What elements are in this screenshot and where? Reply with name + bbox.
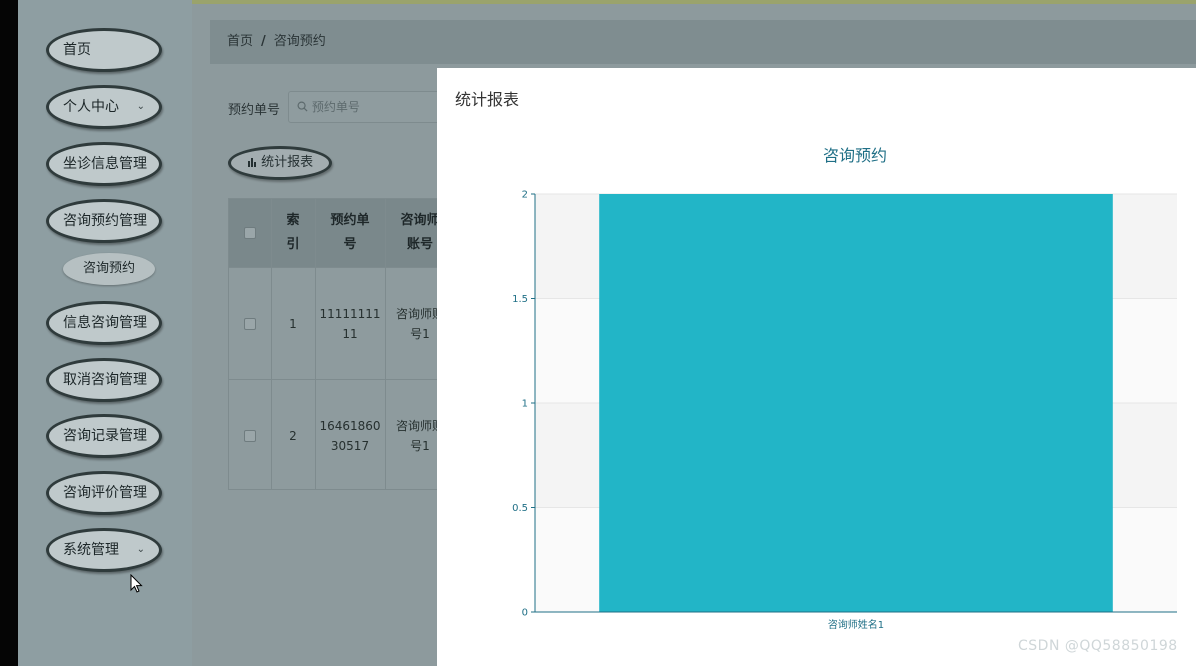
select-all-cell	[229, 199, 271, 267]
watermark: CSDN @QQ58850198	[1018, 638, 1178, 654]
column-divider	[385, 199, 386, 489]
search-icon	[297, 101, 308, 112]
sidebar-item-consult-schedule[interactable]: 坐诊信息管理	[46, 142, 162, 186]
row-checkbox-cell	[229, 268, 271, 380]
appointment-table: 索引 预约单号 咨询师账号 1 11111111 11 咨询师账 号1 2 16…	[228, 198, 444, 492]
breadcrumb-separator: /	[261, 34, 266, 49]
window-left-edge	[0, 0, 18, 666]
sidebar-item-cancel-consult[interactable]: 取消咨询管理	[46, 358, 162, 402]
search-input[interactable]: 预约单号	[288, 91, 448, 123]
sidebar-item-info-consult[interactable]: 信息咨询管理	[46, 301, 162, 345]
y-tick-label: 0.5	[512, 503, 528, 514]
select-all-checkbox[interactable]	[244, 227, 256, 239]
search-placeholder: 预约单号	[311, 100, 360, 114]
chevron-down-icon: ⌄	[136, 544, 145, 555]
bar	[599, 194, 1113, 612]
bar-chart: 咨询师姓名1 0 0.5 1 1.5 2	[512, 190, 1177, 631]
top-edge	[192, 0, 1196, 4]
breadcrumb-current: 咨询预约	[273, 34, 326, 49]
statistics-report-dialog: 统计报表 咨询预约 咨询师姓名1 0 0.5 1 1.5 2	[437, 68, 1196, 666]
cell-index: 2	[289, 429, 297, 443]
y-tick-label: 1	[522, 399, 528, 410]
sidebar-item-home[interactable]: 首页	[46, 28, 162, 72]
cell-order-number: 16461860 30517	[319, 419, 381, 453]
sidebar-item-personal-center[interactable]: 个人中心 ⌄	[46, 85, 162, 129]
breadcrumb-home[interactable]: 首页	[227, 34, 253, 49]
sidebar-item-system[interactable]: 系统管理 ⌄	[46, 528, 162, 572]
table-row[interactable]: 2 16461860 30517 咨询师账 号1	[229, 379, 444, 492]
y-tick-label: 1.5	[512, 294, 528, 305]
search-label: 预约单号	[228, 103, 281, 118]
cell-index: 1	[289, 317, 297, 331]
row-checkbox[interactable]	[244, 318, 256, 330]
y-tick-label: 2	[522, 190, 528, 201]
x-tick-label: 咨询师姓名1	[828, 618, 884, 631]
bar-chart-icon	[247, 158, 256, 167]
column-divider	[315, 199, 316, 489]
breadcrumb: 首页 / 咨询预约	[210, 20, 1196, 64]
header-order-number[interactable]: 预约单号	[315, 199, 385, 267]
sidebar-item-consult-review[interactable]: 咨询评价管理	[46, 471, 162, 515]
header-index: 索引	[286, 213, 300, 252]
sidebar-item-appointment-management[interactable]: 咨询预约管理	[46, 199, 162, 243]
table-row[interactable]: 1 11111111 11 咨询师账 号1	[229, 267, 444, 380]
sidebar: 首页 个人中心 ⌄ 坐诊信息管理 咨询预约管理 咨询预约 信息咨询管理 取消咨询管…	[18, 0, 192, 666]
sidebar-subitem-appointment[interactable]: 咨询预约	[63, 253, 155, 285]
chevron-down-icon: ⌄	[136, 101, 145, 112]
sidebar-item-consult-record[interactable]: 咨询记录管理	[46, 414, 162, 458]
row-checkbox[interactable]	[244, 430, 256, 442]
cell-order-number: 11111111 11	[319, 307, 381, 341]
column-divider	[271, 199, 272, 489]
y-tick-label: 0	[522, 608, 528, 619]
table-header: 索引 预约单号 咨询师账号	[229, 199, 440, 267]
mouse-cursor-icon	[130, 574, 143, 593]
statistics-report-button[interactable]: 统计报表	[228, 146, 332, 180]
row-checkbox-cell	[229, 380, 271, 492]
